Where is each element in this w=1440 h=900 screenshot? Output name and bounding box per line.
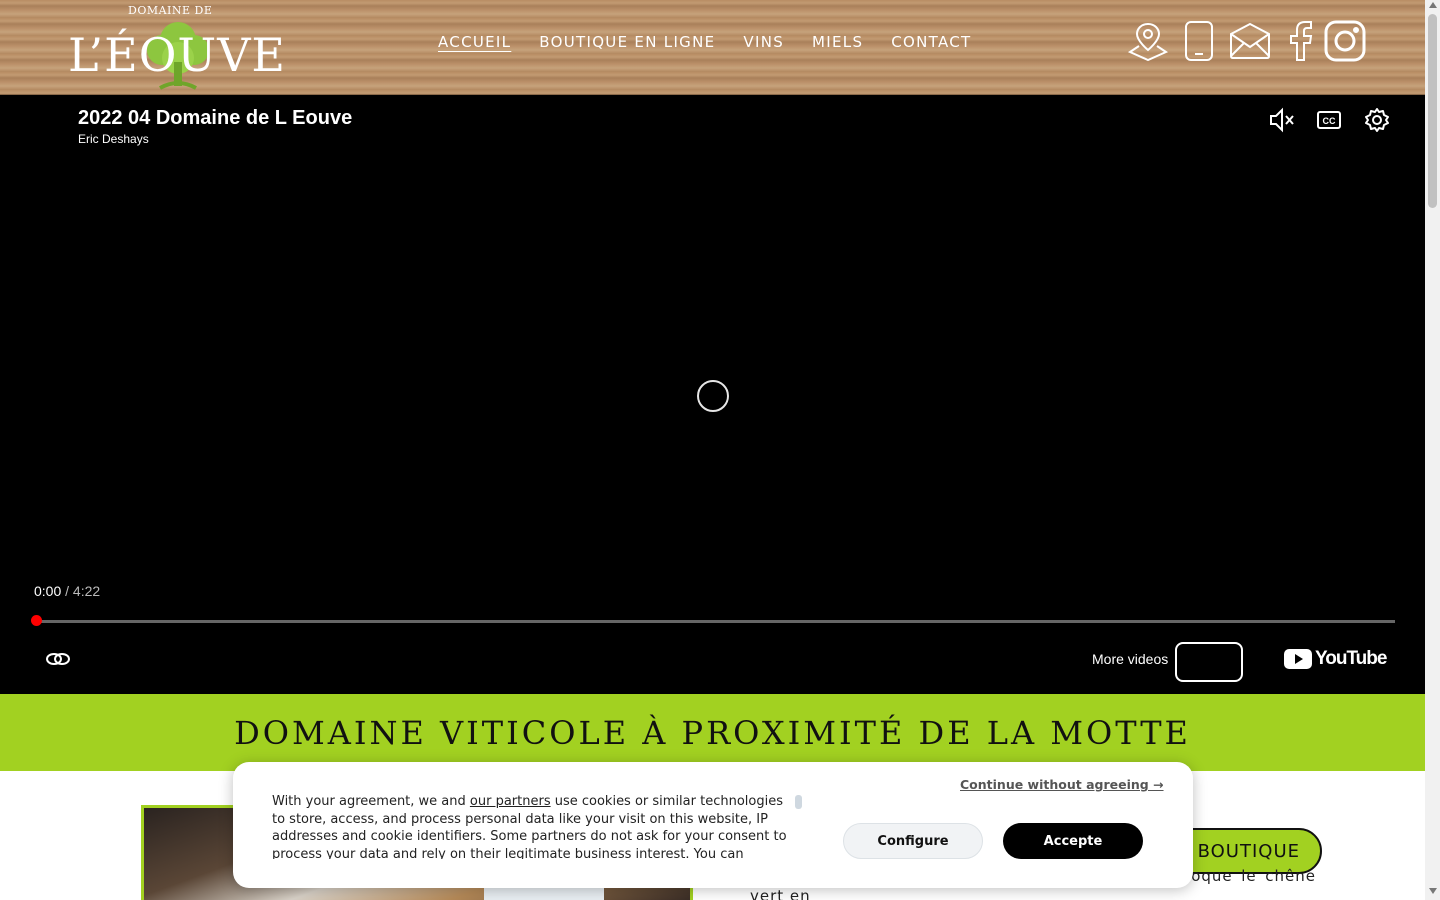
accept-button[interactable]: Accepte [1003,823,1143,859]
site-header: DOMAINE DE L’ÉOUVE ACCUEIL BOUTIQUE EN L… [0,0,1425,95]
scrollbar-thumb[interactable] [1428,14,1437,208]
video-channel[interactable]: Eric Deshays [78,132,149,146]
loading-spinner [697,380,729,412]
logo-small-text: DOMAINE DE [128,4,213,17]
scroll-down-arrow-icon[interactable] [1429,888,1437,894]
section-title: DOMAINE VITICOLE À PROXIMITÉ DE LA MOTTE [234,714,1191,752]
youtube-logo[interactable]: YouTube [1284,648,1387,670]
progress-bar[interactable] [36,620,1395,623]
mute-icon[interactable] [1267,106,1295,134]
nav-item-miels[interactable]: MIELS [812,33,863,51]
svg-text:CC: CC [1323,116,1336,126]
partners-link[interactable]: our partners [470,794,551,809]
page-scrollbar[interactable] [1425,0,1440,900]
nav-item-boutique[interactable]: BOUTIQUE EN LIGNE [539,33,715,51]
youtube-wordmark: YouTube [1315,648,1387,669]
more-videos-label[interactable]: More videos [1092,651,1168,667]
youtube-play-icon [1284,649,1312,669]
nav-item-accueil[interactable]: ACCUEIL [438,33,511,51]
nav-item-vins[interactable]: VINS [743,33,784,51]
cookie-text-before: With your agreement, we and [272,794,470,809]
facebook-icon[interactable] [1286,18,1314,64]
instagram-icon[interactable] [1324,18,1366,64]
main-nav: ACCUEIL BOUTIQUE EN LIGNE VINS MIELS CON… [438,33,1000,51]
nav-item-contact[interactable]: CONTACT [891,33,971,51]
logo-big-text: L’ÉOUVE [68,28,286,82]
cookie-text-scrollbar[interactable] [795,795,802,809]
time-separator: / [61,583,73,599]
settings-icon[interactable] [1363,106,1391,134]
email-icon[interactable] [1228,18,1272,64]
captions-icon[interactable]: CC [1315,106,1343,134]
copy-link-icon[interactable] [46,649,70,669]
configure-button[interactable]: Configure [843,823,983,859]
time-display: 0:00 / 4:22 [34,583,100,599]
cookie-banner: With your agreement, we and our partners… [233,762,1193,888]
cookie-text: With your agreement, we and our partners… [272,793,792,859]
section-banner: DOMAINE VITICOLE À PROXIMITÉ DE LA MOTTE [0,694,1425,771]
phone-icon[interactable] [1183,18,1215,64]
video-player[interactable]: 2022 04 Domaine de L Eouve Eric Deshays … [0,95,1425,694]
scroll-up-arrow-icon[interactable] [1429,2,1437,8]
map-pin-icon[interactable] [1126,18,1170,64]
more-videos-button[interactable] [1175,642,1243,682]
progress-scrubber[interactable] [31,615,42,626]
current-time: 0:00 [34,583,62,599]
site-logo[interactable]: DOMAINE DE L’ÉOUVE [68,4,290,92]
duration: 4:22 [72,583,101,599]
continue-without-agreeing-link[interactable]: Continue without agreeing → [960,777,1164,792]
page: DOMAINE DE L’ÉOUVE ACCUEIL BOUTIQUE EN L… [0,0,1440,900]
video-title[interactable]: 2022 04 Domaine de L Eouve [78,107,352,130]
